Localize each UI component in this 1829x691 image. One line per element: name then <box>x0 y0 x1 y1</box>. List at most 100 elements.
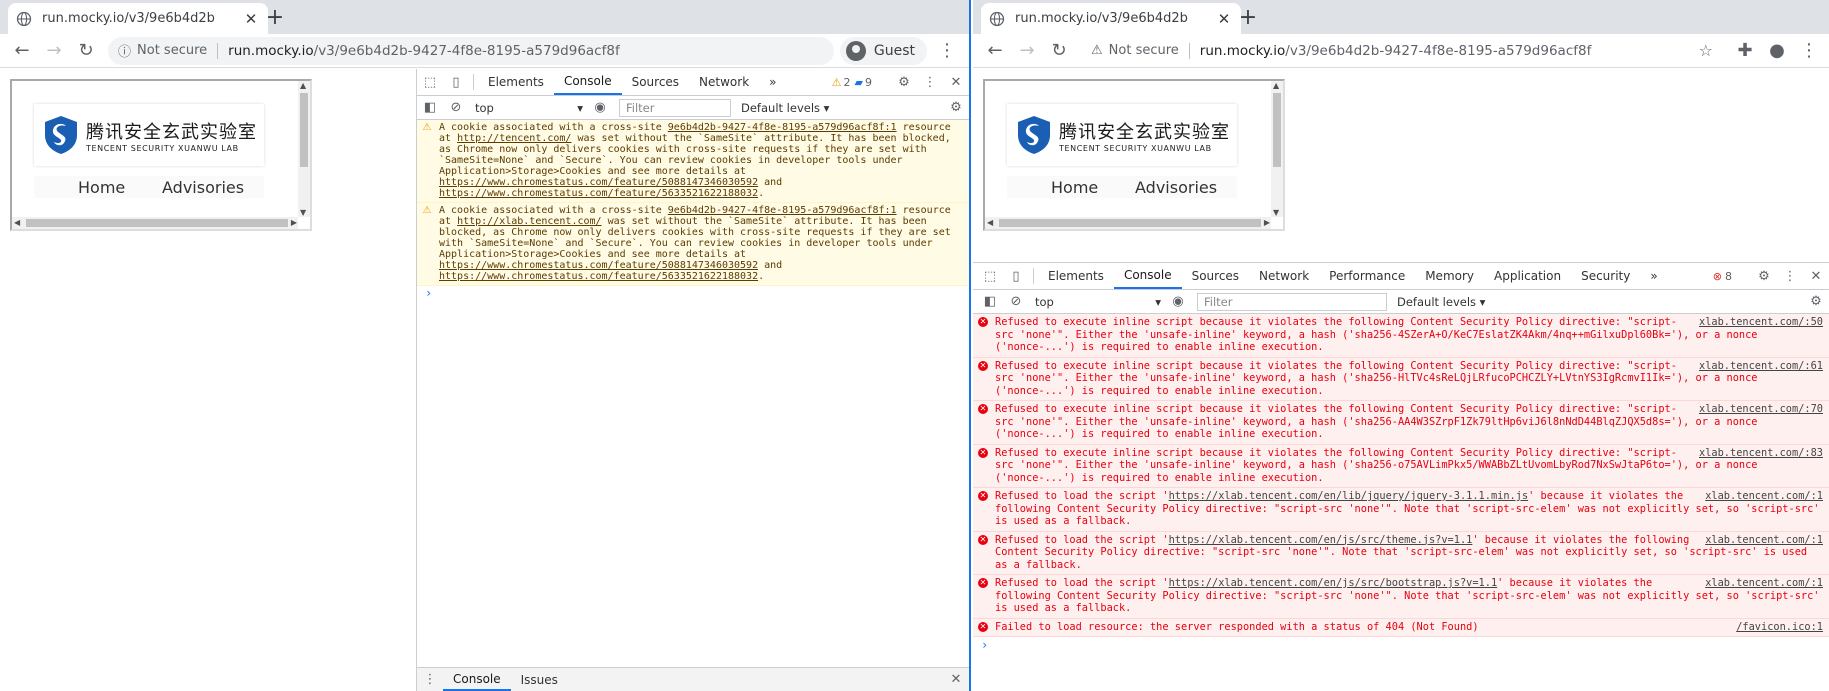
scroll-thumb[interactable] <box>1273 93 1281 167</box>
close-tab-icon[interactable]: ✕ <box>1215 10 1233 28</box>
gear-icon[interactable]: ⚙ <box>1751 269 1777 284</box>
clear-console-icon[interactable]: ⊘ <box>443 100 469 115</box>
browser-tab[interactable]: run.mocky.io/v3/9e6b4d2b ✕ <box>8 3 268 34</box>
more-tabs-button[interactable]: » <box>1640 263 1667 289</box>
horizontal-scrollbar[interactable]: ◀ ▶ <box>985 217 1271 229</box>
drawer-menu-icon[interactable]: ⋮ <box>417 668 443 691</box>
reload-icon[interactable]: ↻ <box>1043 37 1075 65</box>
message-source-link[interactable]: /favicon.ico:1 <box>1736 621 1823 634</box>
chromestatus-link[interactable]: https://www.chromestatus.com/feature/563… <box>439 188 758 199</box>
chromestatus-link[interactable]: https://www.chromestatus.com/feature/508… <box>439 177 758 188</box>
tab-security[interactable]: Security <box>1571 263 1640 289</box>
tab-elements[interactable]: Elements <box>478 69 554 95</box>
message-source-link[interactable]: 9e6b4d2b-9427-4f8e-8195-a579d96acf8f:1 <box>668 122 897 133</box>
tab-network[interactable]: Network <box>689 69 759 95</box>
sidebar-toggle-icon[interactable]: ◧ <box>417 100 443 115</box>
vertical-scrollbar[interactable]: ▲ ▼ <box>298 81 310 217</box>
log-levels-dropdown[interactable]: Default levels ▾ <box>1397 295 1485 309</box>
gear-icon[interactable]: ⚙ <box>891 75 917 90</box>
script-link[interactable]: https://xlab.tencent.com/en/lib/jquery/j… <box>1169 490 1529 502</box>
inspect-element-icon[interactable]: ⬚ <box>417 69 443 95</box>
nav-home-link[interactable]: Home <box>1051 178 1098 197</box>
profile-button[interactable]: Guest <box>839 36 927 65</box>
scroll-thumb[interactable] <box>999 219 1261 227</box>
message-source-link[interactable]: xlab.tencent.com/:70 <box>1699 403 1823 416</box>
embedded-frame[interactable]: 腾讯安全玄武实验室 TENCENT SECURITY XUANWU LAB Ho… <box>10 79 312 231</box>
close-drawer-icon[interactable]: ✕ <box>943 668 969 691</box>
scroll-right-icon[interactable]: ▶ <box>291 218 297 227</box>
menu-kebab-icon[interactable]: ⋮ <box>917 75 943 90</box>
scroll-up-icon[interactable]: ▲ <box>300 81 306 90</box>
message-source-link[interactable]: xlab.tencent.com/:1 <box>1705 490 1823 503</box>
inspect-element-icon[interactable]: ⬚ <box>977 263 1003 289</box>
tab-memory[interactable]: Memory <box>1415 263 1484 289</box>
bookmark-star-icon[interactable]: ☆ <box>1699 41 1713 60</box>
sidebar-toggle-icon[interactable]: ◧ <box>977 294 1003 309</box>
console-settings-gear-icon[interactable]: ⚙ <box>1803 294 1829 309</box>
menu-kebab-icon[interactable]: ⋮ <box>1777 269 1803 284</box>
site-logo[interactable]: 腾讯安全玄武实验室 TENCENT SECURITY XUANWU LAB <box>34 104 264 166</box>
context-selector[interactable]: top ▾ <box>475 99 587 117</box>
new-tab-button[interactable]: + <box>262 5 288 31</box>
device-toolbar-icon[interactable]: ▯ <box>1003 263 1029 289</box>
tab-network[interactable]: Network <box>1249 263 1319 289</box>
warning-triangle-icon[interactable]: ⚠ <box>1091 43 1103 58</box>
scroll-right-icon[interactable]: ▶ <box>1264 218 1270 227</box>
chromestatus-link[interactable]: https://www.chromestatus.com/feature/508… <box>439 260 758 271</box>
forward-icon[interactable]: → <box>38 37 70 65</box>
close-tab-icon[interactable]: ✕ <box>242 10 260 28</box>
eye-icon[interactable]: ◉ <box>587 100 613 115</box>
tab-sources[interactable]: Sources <box>1182 263 1249 289</box>
scroll-up-icon[interactable]: ▲ <box>1273 81 1279 90</box>
close-icon[interactable]: ✕ <box>943 75 969 90</box>
address-bar[interactable]: ⚠ Not secure run.mocky.io/v3/9e6b4d2b-94… <box>1081 36 1723 65</box>
resource-link[interactable]: http://xlab.tencent.com/ <box>457 216 602 227</box>
menu-kebab-icon[interactable]: ⋮ <box>1793 37 1825 65</box>
nav-home-link[interactable]: Home <box>78 178 125 197</box>
issue-counts[interactable]: ⚠ 2 ▰ 9 <box>832 76 872 89</box>
message-source-link[interactable]: xlab.tencent.com/:1 <box>1705 534 1823 547</box>
device-toolbar-icon[interactable]: ▯ <box>443 69 469 95</box>
message-source-link[interactable]: xlab.tencent.com/:1 <box>1705 577 1823 590</box>
more-tabs-button[interactable]: » <box>759 69 786 95</box>
scroll-thumb[interactable] <box>300 93 308 167</box>
embedded-frame[interactable]: 腾讯安全玄武实验室 TENCENT SECURITY XUANWU LAB Ho… <box>983 79 1285 231</box>
forward-icon[interactable]: → <box>1011 37 1043 65</box>
log-levels-dropdown[interactable]: Default levels ▾ <box>741 101 829 115</box>
reload-icon[interactable]: ↻ <box>70 37 102 65</box>
close-icon[interactable]: ✕ <box>1803 269 1829 284</box>
resource-link[interactable]: http://tencent.com/ <box>457 133 571 144</box>
chromestatus-link[interactable]: https://www.chromestatus.com/feature/563… <box>439 271 758 282</box>
extensions-puzzle-icon[interactable]: ✚ <box>1729 37 1761 65</box>
script-link[interactable]: https://xlab.tencent.com/en/js/src/boots… <box>1169 577 1498 589</box>
address-bar[interactable]: ⓘ Not secure run.mocky.io/v3/9e6b4d2b-94… <box>108 36 834 65</box>
console-settings-gear-icon[interactable]: ⚙ <box>943 100 969 115</box>
filter-input[interactable]: Filter <box>619 98 731 117</box>
error-count[interactable]: ⊗ 8 <box>1713 270 1732 283</box>
drawer-tab-issues[interactable]: Issues <box>511 668 568 691</box>
browser-tab[interactable]: run.mocky.io/v3/9e6b4d2b ✕ <box>981 3 1241 34</box>
console-prompt[interactable]: › <box>417 286 969 299</box>
tab-elements[interactable]: Elements <box>1038 263 1114 289</box>
info-icon[interactable]: ⓘ <box>118 41 131 60</box>
filter-input[interactable]: Filter <box>1197 292 1387 311</box>
eye-icon[interactable]: ◉ <box>1165 294 1191 309</box>
scroll-down-icon[interactable]: ▼ <box>1273 208 1279 217</box>
site-logo[interactable]: 腾讯安全玄武实验室 TENCENT SECURITY XUANWU LAB <box>1007 104 1237 166</box>
script-link[interactable]: https://xlab.tencent.com/en/js/src/theme… <box>1169 534 1473 546</box>
nav-advisories-link[interactable]: Advisories <box>1135 178 1217 197</box>
scroll-down-icon[interactable]: ▼ <box>300 208 306 217</box>
horizontal-scrollbar[interactable]: ◀ ▶ <box>12 217 298 229</box>
clear-console-icon[interactable]: ⊘ <box>1003 294 1029 309</box>
message-source-link[interactable]: xlab.tencent.com/:61 <box>1699 360 1823 373</box>
back-icon[interactable]: ← <box>6 37 38 65</box>
profile-avatar-icon[interactable]: ● <box>1761 37 1793 65</box>
context-selector[interactable]: top ▾ <box>1035 293 1165 311</box>
scroll-left-icon[interactable]: ◀ <box>987 218 993 227</box>
tab-console[interactable]: Console <box>553 69 622 95</box>
menu-kebab-icon[interactable]: ⋮ <box>931 37 963 65</box>
message-source-link[interactable]: xlab.tencent.com/:83 <box>1699 447 1823 460</box>
nav-advisories-link[interactable]: Advisories <box>162 178 244 197</box>
tab-performance[interactable]: Performance <box>1319 263 1415 289</box>
vertical-scrollbar[interactable]: ▲ ▼ <box>1271 81 1283 217</box>
